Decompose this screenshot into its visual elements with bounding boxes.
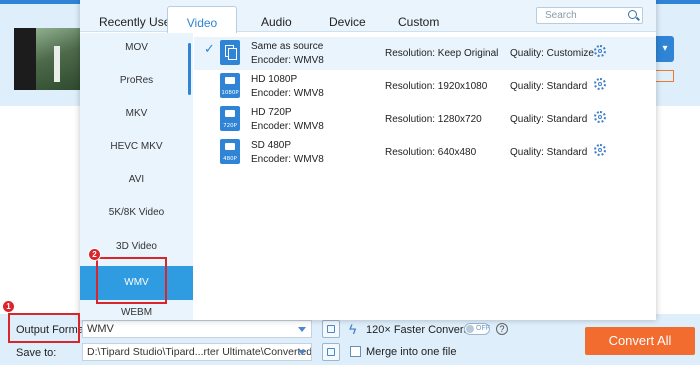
gear-icon[interactable] [594,144,606,156]
callout-badge-1: 1 [2,300,15,313]
preset-encoder: Encoder: WMV8 [251,88,324,99]
preset-row-hd-1080p[interactable]: 1080P HD 1080P Encoder: WMV8 Resolution:… [194,70,656,103]
preset-name: Same as source [251,41,324,52]
edit-tag-edge[interactable] [656,70,674,82]
save-to-label: Save to: [16,347,57,359]
callout-box-wmv [96,257,167,304]
toggle-state-label: OFF [476,325,490,332]
tab-recently-used[interactable]: Recently Used [99,15,177,29]
preset-row-hd-720p[interactable]: 720P HD 720P Encoder: WMV8 Resolution: 1… [194,103,656,136]
preset-quality: Quality: Standard [510,114,588,125]
tab-custom[interactable]: Custom [398,15,439,29]
gear-icon[interactable] [594,111,606,123]
chevron-down-icon [298,350,306,355]
chevron-down-icon [298,327,306,332]
preset-quality: Quality: Standard [510,81,588,92]
preset-name: SD 480P [251,140,292,151]
resolution-badge: 480P [223,156,237,162]
preset-encoder: Encoder: WMV8 [251,154,324,165]
format-item-avi[interactable]: AVI [80,165,193,195]
preset-encoder: Encoder: WMV8 [251,55,324,66]
convert-all-button[interactable]: Convert All [585,327,695,355]
callout-badge-2: 2 [88,248,101,261]
format-item-webm[interactable]: WEBM [80,305,193,320]
preset-name: HD 720P [251,107,292,118]
search-input[interactable]: Search [536,7,643,24]
format-item-5k8k[interactable]: 5K/8K Video [80,198,193,228]
preset-quality: Quality: Standard [510,147,588,158]
preset-encoder: Encoder: WMV8 [251,121,324,132]
faster-conversion-toggle[interactable]: OFF [464,323,490,335]
help-icon[interactable]: ? [496,323,508,335]
format-dropdown-edge[interactable]: ▾ [656,36,674,62]
resolution-badge: 1080P [221,90,239,96]
video-720p-icon: 720P [220,106,240,131]
preset-row-sd-480p[interactable]: 480P SD 480P Encoder: WMV8 Resolution: 6… [194,136,656,169]
resolution-badge: 720P [223,123,237,129]
format-item-mkv[interactable]: MKV [80,99,193,129]
gear-icon[interactable] [594,45,606,57]
open-folder-button[interactable] [322,343,340,361]
preset-resolution: Resolution: Keep Original [385,48,499,59]
gear-icon[interactable] [594,78,606,90]
preset-resolution: Resolution: 640x480 [385,147,477,158]
preset-quality: Quality: Customize [510,48,594,59]
search-icon [628,10,637,19]
output-format-value: WMV [87,323,114,335]
video-thumbnail[interactable] [14,28,80,90]
format-tabs: Recently Used Video Audio Device Custom … [80,0,656,33]
format-list-scrollbar[interactable] [188,43,191,95]
toggle-knob [466,325,474,333]
video-1080p-icon: 1080P [220,73,240,98]
output-settings-button[interactable] [322,320,340,338]
save-to-select[interactable]: D:\Tipard Studio\Tipard...rter Ultimate\… [82,343,312,361]
folder-icon [327,348,335,356]
tab-video[interactable]: Video [167,6,237,33]
callout-box-output-format [8,313,80,343]
preset-resolution: Resolution: 1280x720 [385,114,482,125]
output-format-select[interactable]: WMV [82,320,312,338]
format-item-prores[interactable]: ProRes [80,66,193,96]
lightning-icon: ϟ [349,321,357,337]
preset-name: HD 1080P [251,74,298,85]
same-as-source-icon [220,40,240,65]
search-placeholder: Search [545,10,577,21]
preset-row-same-as-source[interactable]: ✓ Same as source Encoder: WMV8 Resolutio… [194,37,656,70]
merge-label: Merge into one file [366,346,457,358]
save-to-path: D:\Tipard Studio\Tipard...rter Ultimate\… [87,346,312,358]
preset-resolution: Resolution: 1920x1080 [385,81,488,92]
format-item-mov[interactable]: MOV [80,33,193,63]
checkmark-icon: ✓ [204,41,215,56]
tab-audio[interactable]: Audio [261,15,292,29]
video-480p-icon: 480P [220,139,240,164]
merge-checkbox[interactable] [350,346,361,357]
format-item-hevc-mkv[interactable]: HEVC MKV [80,132,193,162]
settings-icon [327,325,335,333]
thumbnail-waterfall [54,46,60,82]
tab-device[interactable]: Device [329,15,366,29]
